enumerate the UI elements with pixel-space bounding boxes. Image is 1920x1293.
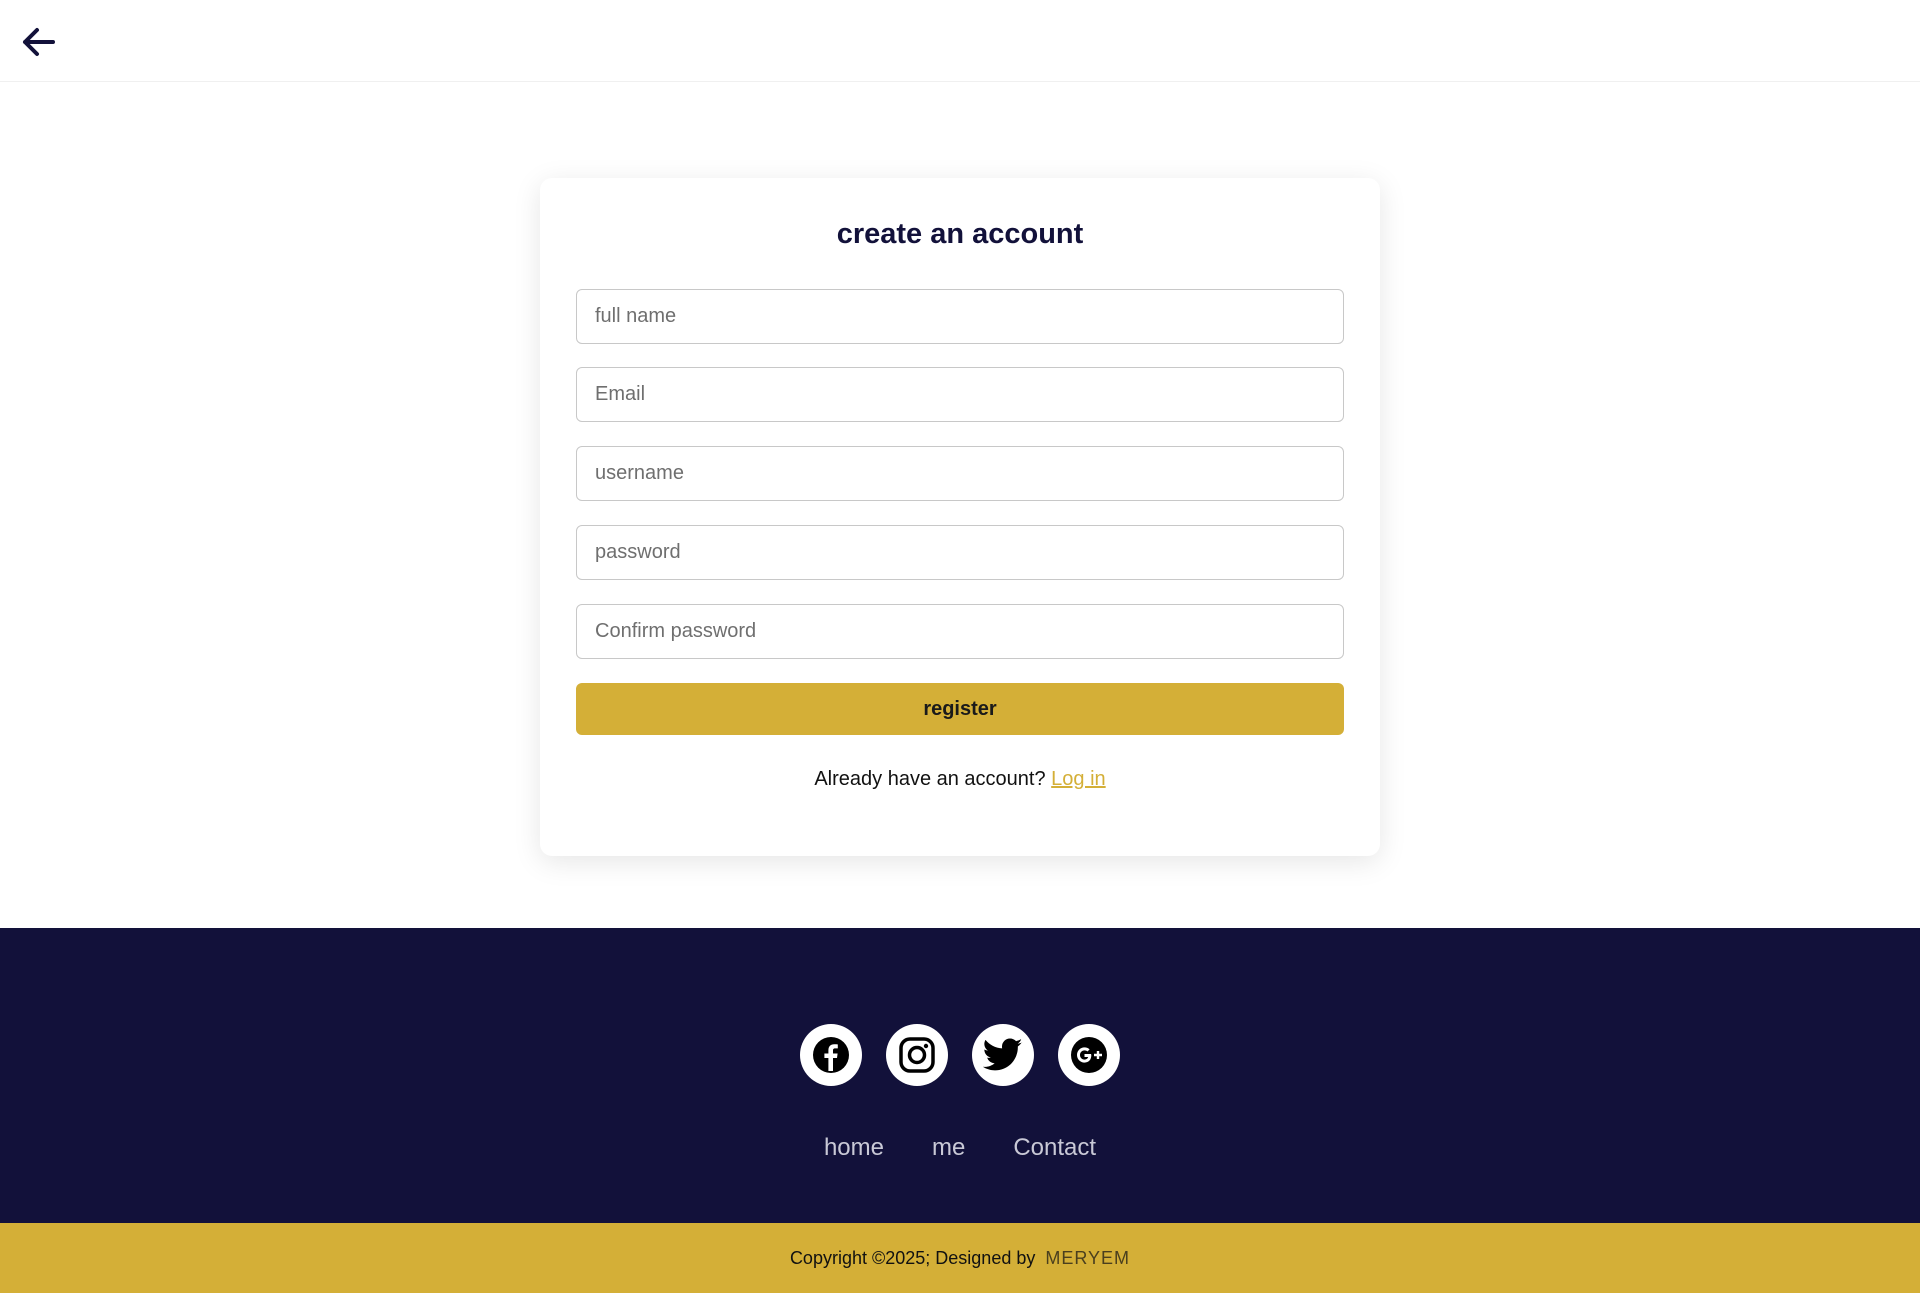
- footer-link-contact[interactable]: Contact: [1013, 1134, 1096, 1162]
- register-button[interactable]: register: [576, 683, 1344, 735]
- instagram-link[interactable]: [886, 1024, 948, 1086]
- google-plus-link[interactable]: [1058, 1024, 1120, 1086]
- footer-link-home[interactable]: home: [824, 1134, 884, 1162]
- twitter-link[interactable]: [972, 1024, 1034, 1086]
- confirm-password-input[interactable]: [576, 604, 1344, 659]
- login-prompt-text: Already have an account?: [814, 768, 1046, 790]
- google-plus-icon: [1071, 1037, 1107, 1073]
- register-card: create an account register Already have …: [540, 178, 1380, 856]
- designer-name: MERYEM: [1045, 1247, 1131, 1268]
- full-name-input[interactable]: [576, 289, 1344, 344]
- password-input[interactable]: [576, 525, 1344, 580]
- login-link[interactable]: Log in: [1051, 768, 1106, 790]
- back-button[interactable]: [14, 18, 62, 66]
- username-input[interactable]: [576, 446, 1344, 501]
- footer-link-me[interactable]: me: [932, 1134, 965, 1162]
- facebook-icon: [813, 1037, 849, 1073]
- copyright-text: Copyright ©2025; Designed by: [789, 1247, 1036, 1268]
- footer: home me Contact: [0, 928, 1920, 1223]
- email-input[interactable]: [576, 367, 1344, 422]
- social-links: [0, 1024, 1920, 1086]
- top-bar: [0, 0, 1920, 82]
- instagram-icon: [899, 1037, 935, 1073]
- arrow-left-icon: [23, 28, 55, 56]
- page-title: create an account: [836, 218, 1084, 250]
- facebook-link[interactable]: [800, 1024, 862, 1086]
- login-prompt-row: Already have an account? Log in: [540, 768, 1380, 791]
- twitter-icon: [983, 1038, 1023, 1071]
- copyright-bar: Copyright ©2025; Designed by MERYEM: [0, 1223, 1920, 1293]
- footer-nav: home me Contact: [0, 1134, 1920, 1162]
